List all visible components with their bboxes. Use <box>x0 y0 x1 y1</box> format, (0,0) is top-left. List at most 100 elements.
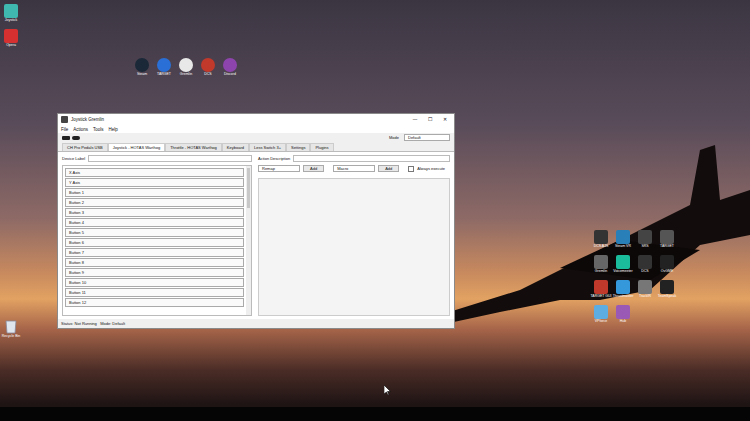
app-icon <box>179 58 193 72</box>
input-row[interactable]: X Axis <box>65 168 244 177</box>
window-control[interactable]: ✕ <box>439 117 451 122</box>
menu-bar: File Actions Tools Help <box>58 125 454 133</box>
app-icon <box>135 58 149 72</box>
desktop-icon[interactable]: Hub <box>612 305 634 324</box>
window-control[interactable]: — <box>409 117 421 122</box>
action-description-field[interactable] <box>293 155 450 162</box>
desktop-icon[interactable]: Opera <box>0 29 22 48</box>
input-row[interactable]: Button 8 <box>65 258 244 267</box>
input-row[interactable]: Button 11 <box>65 288 244 297</box>
always-execute-checkbox[interactable] <box>408 166 414 172</box>
desktop-icon[interactable]: Gremlin <box>590 255 612 274</box>
app-icon <box>660 230 674 244</box>
action-area <box>258 178 450 316</box>
app-icon <box>4 29 18 43</box>
action-panel: Action DescriptionRemapAddMacroAddAlways… <box>258 155 450 316</box>
app-icon <box>594 280 608 294</box>
app-icon <box>223 58 237 72</box>
input-row[interactable]: Y Axis <box>65 178 244 187</box>
desktop-icon[interactable]: DCS AJS <box>590 230 612 249</box>
tab[interactable]: Plugins <box>310 143 333 151</box>
desktop-icon[interactable]: VPforce <box>590 305 612 324</box>
activate-icon[interactable] <box>62 135 70 141</box>
content: Device LabelX AxisY AxisButton 1Button 2… <box>58 152 454 319</box>
tab[interactable]: Throttle - HOTAS Warthog <box>165 143 222 151</box>
input-row[interactable]: Button 2 <box>65 198 244 207</box>
desktop-icon[interactable]: OvGME <box>656 255 678 274</box>
taskbar <box>0 407 750 421</box>
desktop-icon[interactable]: Thrustmaster <box>612 280 634 299</box>
app-icon <box>616 255 630 269</box>
menu-item[interactable]: Actions <box>73 127 88 132</box>
desktop-icon[interactable]: TeamSpeak <box>656 280 678 299</box>
tab[interactable]: CH Pro Pedals USB <box>62 143 108 151</box>
recycle-bin-icon <box>4 318 18 334</box>
scrollbar[interactable] <box>246 166 251 315</box>
app-icon <box>638 280 652 294</box>
input-list: X AxisY AxisButton 1Button 2Button 3Butt… <box>62 165 252 316</box>
app-icon <box>660 280 674 294</box>
tab[interactable]: Less Switch 3+ <box>249 143 286 151</box>
desktop-icon[interactable]: TARGET <box>153 58 175 77</box>
gamepad-icon[interactable] <box>72 135 80 141</box>
input-row[interactable]: Button 10 <box>65 278 244 287</box>
toolbar: ModeDefault <box>58 133 454 142</box>
desktop-icon[interactable]: TARGET <box>656 230 678 249</box>
desktop-icon[interactable]: DCS <box>634 255 656 274</box>
app-icon <box>616 305 630 319</box>
menu-item[interactable]: Tools <box>93 127 104 132</box>
input-row[interactable]: Button 3 <box>65 208 244 217</box>
action-select[interactable]: Remap <box>258 165 300 172</box>
input-panel: Device LabelX AxisY AxisButton 1Button 2… <box>62 155 252 316</box>
app-icon <box>594 230 608 244</box>
window-control[interactable]: ☐ <box>424 117 436 122</box>
add-button[interactable]: Add <box>303 165 324 172</box>
desktop: JoystickOperaSteamTARGETGremlinDCSDiscor… <box>0 0 750 421</box>
app-icon <box>660 255 674 269</box>
action-select[interactable]: Macro <box>333 165 375 172</box>
right-icons: DCS AJSSteam VRSRSTARGET GremlinVoicemeet… <box>590 230 678 323</box>
tab-bar: CH Pro Pedals USBJoystick - HOTAS Wartho… <box>58 142 454 152</box>
desktop-icon[interactable]: TARGET GUI <box>590 280 612 299</box>
top-icons: SteamTARGETGremlinDCSDiscord <box>131 58 241 77</box>
input-row[interactable]: Button 6 <box>65 238 244 247</box>
device-label-field[interactable] <box>88 155 252 162</box>
app-icon <box>594 255 608 269</box>
desktop-icon[interactable]: Voicemeeter <box>612 255 634 274</box>
desktop-icon[interactable]: Discord <box>219 58 241 77</box>
menu-item[interactable]: Help <box>109 127 118 132</box>
cursor-icon <box>384 385 391 395</box>
mode-select[interactable]: Default <box>404 134 450 141</box>
menu-item[interactable]: File <box>61 127 68 132</box>
app-window: Joystick Gremlin—☐✕FileActionsToolsHelpM… <box>57 113 455 329</box>
input-row[interactable]: Button 9 <box>65 268 244 277</box>
desktop-icon[interactable]: Steam VR <box>612 230 634 249</box>
add-button[interactable]: Add <box>378 165 399 172</box>
app-icon <box>594 305 608 319</box>
input-row[interactable]: Button 1 <box>65 188 244 197</box>
tab[interactable]: Joystick - HOTAS Warthog <box>108 143 165 151</box>
app-icon <box>638 230 652 244</box>
recycle-bin[interactable]: Recycle Bin <box>0 318 22 339</box>
left-icons: Joystick Opera <box>0 4 22 48</box>
title-bar: Joystick Gremlin—☐✕ <box>58 114 454 125</box>
desktop-icon[interactable]: Steam <box>131 58 153 77</box>
input-row[interactable]: Button 5 <box>65 228 244 237</box>
desktop-icon[interactable]: SRS <box>634 230 656 249</box>
input-row[interactable]: Button 12 <box>65 298 244 307</box>
desktop-icon[interactable]: DCS <box>197 58 219 77</box>
input-row[interactable]: Button 7 <box>65 248 244 257</box>
desktop-icon[interactable]: TrackIR <box>634 280 656 299</box>
tab[interactable]: Settings <box>286 143 310 151</box>
app-icon <box>157 58 171 72</box>
app-icon <box>616 280 630 294</box>
app-icon <box>4 4 18 18</box>
app-icon <box>616 230 630 244</box>
input-row[interactable]: Button 4 <box>65 218 244 227</box>
tab[interactable]: Keyboard <box>222 143 249 151</box>
app-icon <box>61 116 68 123</box>
app-icon <box>638 255 652 269</box>
desktop-icon[interactable]: Gremlin <box>175 58 197 77</box>
desktop-icon[interactable]: Joystick <box>0 4 22 23</box>
status-bar: Status: Not Running Mode: Default <box>58 319 454 328</box>
